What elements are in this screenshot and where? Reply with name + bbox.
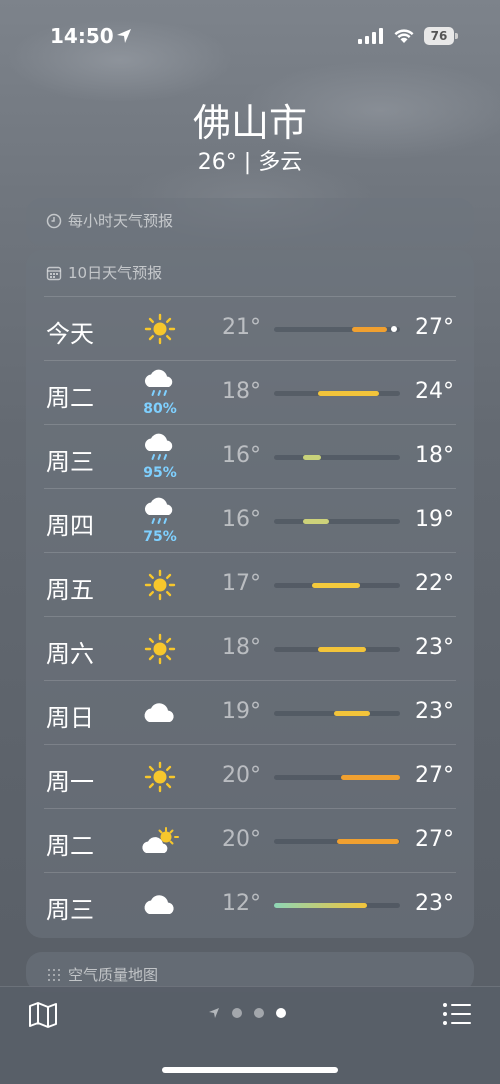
forecast-day-label: 周六 — [46, 640, 94, 668]
high-temperature: 18° — [415, 443, 454, 468]
cloud-icon — [144, 895, 174, 914]
temperature-range-fill — [318, 391, 379, 396]
bottom-toolbar — [0, 986, 500, 1084]
cloud-icon — [144, 703, 174, 722]
forecast-row[interactable]: 周一 20° 27° — [44, 744, 456, 808]
rain-icon — [144, 497, 173, 524]
temperature-range-fill — [340, 775, 400, 780]
temperature-range-fill — [274, 903, 368, 908]
temperature-range-fill — [352, 327, 388, 332]
page-dot-active[interactable] — [276, 1008, 286, 1018]
forecast-row[interactable]: 周日 19° 23° — [44, 680, 456, 744]
ten-day-forecast-card[interactable]: 10日天气预报 今天 21° 27° 周二 80% 18° 24° 周三 95% 16° 18° 周四… — [26, 250, 474, 938]
temperature-range-bar — [274, 839, 400, 844]
hourly-forecast-card[interactable]: 每小时天气预报 — [26, 198, 474, 246]
temperature-range-bar — [274, 455, 400, 460]
current-location-icon[interactable] — [208, 1007, 220, 1019]
forecast-row[interactable]: 周四 75% 16° 19° — [44, 488, 456, 552]
temperature-range-bar — [274, 711, 400, 716]
forecast-row[interactable]: 周二 80% 18° 24° — [44, 360, 456, 424]
temperature-range-bar — [274, 647, 400, 652]
air-quality-title: 空气质量地图 — [68, 966, 159, 984]
temperature-range-bar — [274, 775, 400, 780]
high-temperature: 19° — [415, 507, 454, 532]
status-bar: 14:50 76 — [0, 24, 500, 52]
forecast-row[interactable]: 周三 95% 16° 18° — [44, 424, 456, 488]
city-list-icon[interactable] — [442, 1001, 472, 1027]
forecast-day-label: 周三 — [46, 896, 94, 924]
forecast-row[interactable]: 周三 12° 23° — [44, 872, 456, 936]
calendar-icon — [46, 266, 62, 280]
forecast-day-label: 周五 — [46, 576, 94, 604]
status-time: 14:50 — [50, 24, 114, 48]
forecast-day-label: 周四 — [46, 512, 94, 540]
temperature-range-fill — [318, 647, 366, 652]
sun-icon — [144, 633, 176, 665]
hourly-forecast-title: 每小时天气预报 — [68, 212, 174, 230]
precipitation-chance: 75% — [143, 529, 177, 545]
temperature-range-bar — [274, 583, 400, 588]
rain-icon — [144, 433, 173, 460]
high-temperature: 27° — [415, 763, 454, 788]
temperature-range-fill — [311, 583, 360, 588]
battery-indicator: 76 — [424, 27, 454, 45]
high-temperature: 22° — [415, 571, 454, 596]
current-summary: 26° | 多云 — [197, 150, 303, 175]
high-temperature: 24° — [415, 379, 454, 404]
clock-icon — [46, 213, 62, 228]
precipitation-chance: 95% — [143, 465, 177, 481]
forecast-day-label: 周二 — [46, 384, 94, 412]
temperature-range-bar — [274, 519, 400, 524]
city-name: 佛山市 — [192, 101, 307, 145]
high-temperature: 23° — [415, 699, 454, 724]
forecast-row[interactable]: 周六 18° 23° — [44, 616, 456, 680]
high-temperature: 23° — [415, 891, 454, 916]
temperature-range-fill — [302, 455, 321, 460]
forecast-day-label: 今天 — [46, 320, 94, 348]
air-quality-icon — [48, 968, 60, 981]
map-icon[interactable] — [28, 1001, 58, 1029]
battery-tip — [455, 33, 458, 39]
temperature-range-fill — [337, 839, 399, 844]
forecast-day-label: 周日 — [46, 704, 94, 732]
rain-icon — [144, 369, 173, 396]
sun-icon — [144, 569, 176, 601]
temperature-range-bar — [274, 391, 400, 396]
current-temperature-dot — [391, 326, 398, 332]
forecast-row[interactable]: 周五 17° 22° — [44, 552, 456, 616]
wifi-icon — [394, 29, 414, 43]
forecast-rows: 今天 21° 27° 周二 80% 18° 24° 周三 95% 16° 18° 周四 75% 16° 19… — [26, 296, 474, 936]
high-temperature: 27° — [415, 827, 454, 852]
forecast-row[interactable]: 今天 21° 27° — [44, 296, 456, 360]
high-temperature: 27° — [415, 315, 454, 340]
partly-cloudy-icon — [142, 827, 179, 853]
home-indicator — [162, 1067, 338, 1073]
ten-day-forecast-title: 10日天气预报 — [68, 264, 163, 282]
temperature-range-bar — [274, 903, 400, 908]
high-temperature: 23° — [415, 635, 454, 660]
forecast-day-label: 周三 — [46, 448, 94, 476]
precipitation-chance: 80% — [143, 401, 177, 417]
cellular-signal-icon — [358, 28, 383, 44]
sun-icon — [144, 313, 176, 345]
temperature-range-fill — [334, 711, 370, 716]
sun-icon — [144, 761, 176, 793]
location-arrow-icon — [117, 29, 131, 43]
forecast-day-label: 周一 — [46, 768, 94, 796]
page-dot[interactable] — [254, 1008, 264, 1018]
temperature-range-fill — [302, 519, 330, 524]
forecast-day-label: 周二 — [46, 832, 94, 860]
page-indicator[interactable] — [208, 1007, 286, 1019]
forecast-row[interactable]: 周二 20° 27° — [44, 808, 456, 872]
temperature-range-bar — [274, 326, 400, 332]
page-dot[interactable] — [232, 1008, 242, 1018]
